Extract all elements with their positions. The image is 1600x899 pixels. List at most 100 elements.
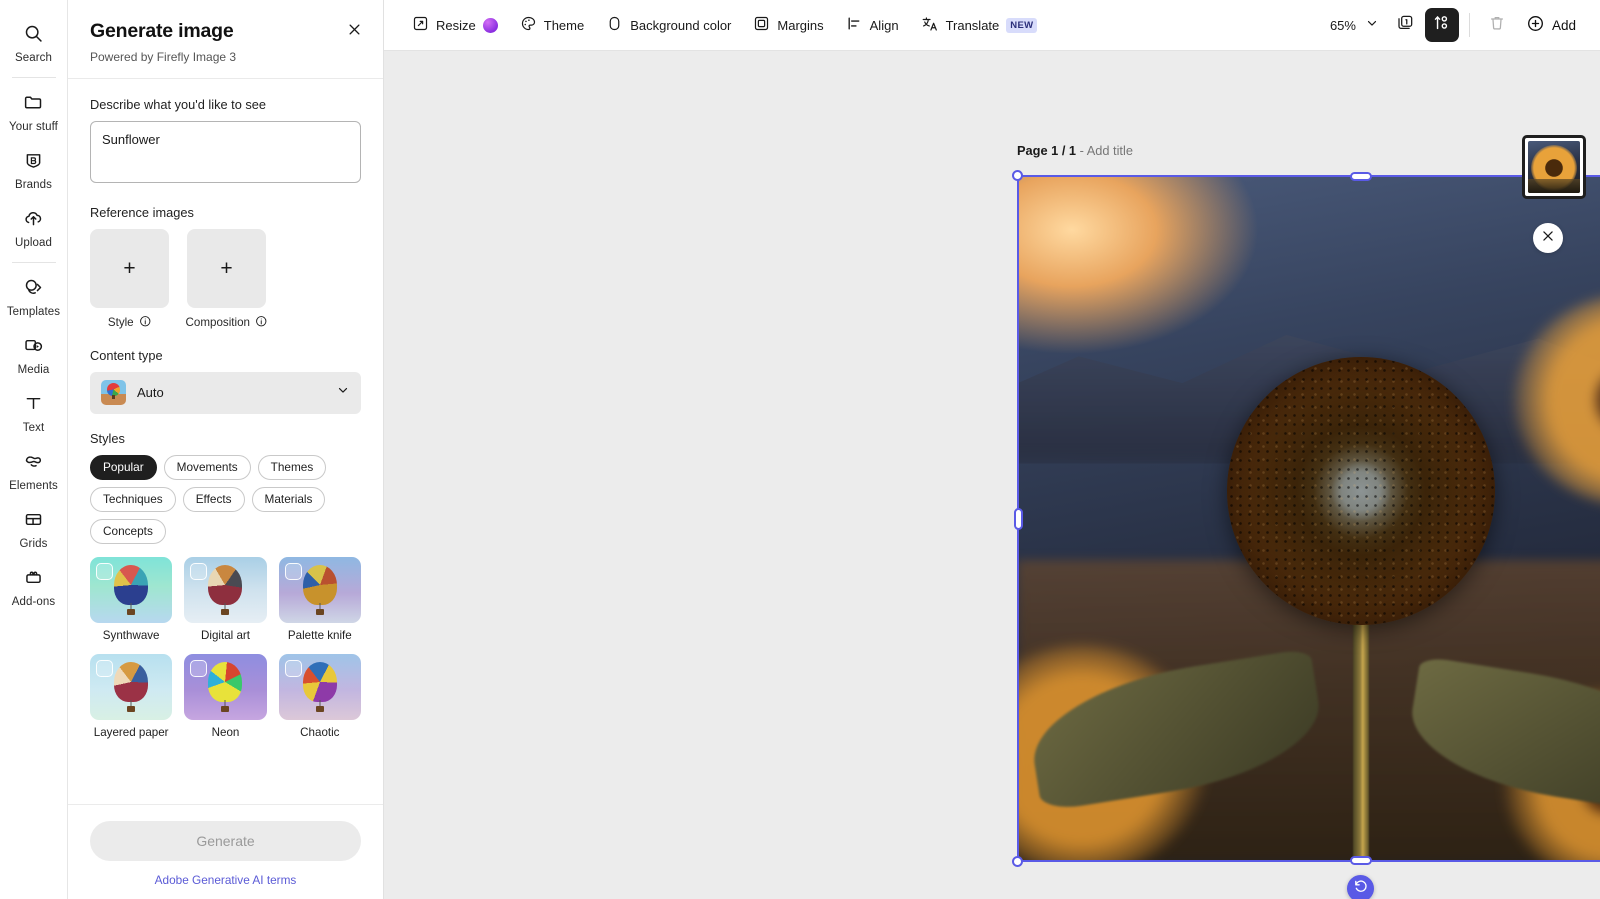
style-card[interactable]: Digital art bbox=[184, 557, 266, 642]
sidebar-item-elements[interactable]: Elements bbox=[0, 442, 68, 500]
style-chip-concepts[interactable]: Concepts bbox=[90, 519, 166, 544]
reference-caption-label: Style bbox=[108, 316, 134, 329]
info-icon[interactable] bbox=[255, 315, 268, 331]
panel-title: Generate image bbox=[90, 20, 361, 43]
toolbar-margins-button[interactable]: Margins bbox=[743, 8, 833, 42]
content-type-thumbnail-icon bbox=[101, 380, 126, 405]
close-pages-panel-button[interactable] bbox=[1533, 223, 1563, 253]
plus-circle-icon bbox=[1526, 14, 1545, 36]
content-type-select[interactable]: Auto bbox=[90, 372, 361, 414]
rotate-handle-icon bbox=[1353, 878, 1369, 899]
rotate-handle[interactable] bbox=[1347, 875, 1374, 899]
sidebar-item-label: Elements bbox=[9, 480, 58, 492]
toolbar-align-button[interactable]: Align bbox=[836, 8, 909, 42]
upload-icon bbox=[23, 208, 44, 234]
style-thumbnail bbox=[90, 654, 172, 720]
toolbar-label: Translate bbox=[946, 18, 1000, 33]
style-chip-movements[interactable]: Movements bbox=[164, 455, 251, 480]
toolbar-theme-button[interactable]: Theme bbox=[510, 8, 594, 42]
chevron-down-icon bbox=[336, 383, 350, 402]
sidebar-item-search[interactable]: Search bbox=[0, 14, 68, 72]
style-chip-techniques[interactable]: Techniques bbox=[90, 487, 176, 512]
app-root: Search Your stuff Brands bbox=[0, 0, 1600, 899]
sidebar-item-grids[interactable]: Grids bbox=[0, 500, 68, 558]
style-card[interactable]: Chaotic bbox=[279, 654, 361, 739]
arrange-layers-button[interactable] bbox=[1425, 8, 1459, 42]
sidebar-item-media[interactable]: Media bbox=[0, 326, 68, 384]
sidebar-item-your-stuff[interactable]: Your stuff bbox=[0, 83, 68, 141]
sidebar-item-text[interactable]: Text bbox=[0, 384, 68, 442]
add-title-placeholder[interactable]: - Add title bbox=[1076, 143, 1133, 158]
toolbar-background-color-button[interactable]: Background color bbox=[596, 8, 741, 42]
toolbar-label: Resize bbox=[436, 18, 476, 33]
close-panel-button[interactable] bbox=[341, 19, 367, 45]
zoom-control[interactable]: 65% bbox=[1322, 9, 1387, 41]
disc-center-glow bbox=[1313, 443, 1409, 539]
zoom-level-value: 65% bbox=[1330, 18, 1356, 33]
page-thumbnail-image bbox=[1528, 141, 1580, 193]
style-card[interactable]: Neon bbox=[184, 654, 266, 739]
delete-button[interactable] bbox=[1480, 8, 1514, 42]
chevron-down-icon bbox=[1365, 16, 1379, 35]
toolbar-resize-button[interactable]: Resize bbox=[402, 8, 508, 42]
toolbar-translate-button[interactable]: Translate NEW bbox=[911, 8, 1048, 42]
text-icon bbox=[23, 393, 44, 419]
style-label: Chaotic bbox=[279, 726, 361, 739]
add-button[interactable]: Add bbox=[1516, 8, 1586, 42]
style-chip-materials[interactable]: Materials bbox=[252, 487, 326, 512]
margins-icon bbox=[753, 15, 770, 35]
style-checkbox[interactable] bbox=[285, 660, 302, 677]
style-chip-themes[interactable]: Themes bbox=[258, 455, 327, 480]
panel-subtitle: Powered by Firefly Image 3 bbox=[90, 50, 361, 64]
content-type-value: Auto bbox=[137, 385, 325, 400]
canvas-area[interactable]: Page 1 / 1 - Add title bbox=[384, 51, 1600, 899]
add-style-reference-button[interactable]: + bbox=[90, 229, 169, 308]
style-checkbox[interactable] bbox=[96, 563, 113, 580]
reference-images-label: Reference images bbox=[90, 205, 361, 220]
panel-header: Generate image Powered by Firefly Image … bbox=[68, 0, 383, 79]
reference-caption: Composition bbox=[187, 315, 266, 331]
sidebar-item-templates[interactable]: Templates bbox=[0, 268, 68, 326]
sidebar-item-label: Text bbox=[23, 422, 45, 434]
style-thumbnail bbox=[279, 557, 361, 623]
generate-button[interactable]: Generate bbox=[90, 821, 361, 861]
media-icon bbox=[23, 335, 44, 361]
sunflower-disc bbox=[1227, 357, 1495, 625]
info-icon[interactable] bbox=[139, 315, 152, 331]
sidebar-item-add-ons[interactable]: Add-ons bbox=[0, 558, 68, 616]
reference-composition: + Composition bbox=[187, 229, 266, 331]
page-1-thumbnail[interactable] bbox=[1522, 135, 1586, 199]
sidebar-item-label: Add-ons bbox=[12, 596, 56, 608]
sidebar-item-brands[interactable]: Brands bbox=[0, 141, 68, 199]
style-label: Digital art bbox=[184, 629, 266, 642]
style-checkbox[interactable] bbox=[190, 660, 207, 677]
prompt-input[interactable] bbox=[90, 121, 361, 183]
sidebar-item-label: Brands bbox=[15, 179, 52, 191]
search-icon bbox=[23, 23, 44, 49]
style-card[interactable]: Synthwave bbox=[90, 557, 172, 642]
resize-icon bbox=[412, 15, 429, 35]
style-chip-popular[interactable]: Popular bbox=[90, 455, 157, 480]
add-composition-reference-button[interactable]: + bbox=[187, 229, 266, 308]
toolbar-label: Theme bbox=[544, 18, 584, 33]
style-label: Layered paper bbox=[90, 726, 172, 739]
align-icon bbox=[846, 15, 863, 35]
arrange-layers-icon bbox=[1432, 13, 1451, 37]
sidebar-item-upload[interactable]: Upload bbox=[0, 199, 68, 257]
generative-ai-terms-link[interactable]: Adobe Generative AI terms bbox=[90, 873, 361, 887]
page-title-label[interactable]: Page 1 / 1 - Add title bbox=[1017, 143, 1133, 158]
left-rail: Search Your stuff Brands bbox=[0, 0, 68, 899]
style-checkbox[interactable] bbox=[96, 660, 113, 677]
style-thumbnail bbox=[90, 557, 172, 623]
style-checkbox[interactable] bbox=[285, 563, 302, 580]
page-count-button[interactable] bbox=[1389, 8, 1423, 42]
style-checkbox[interactable] bbox=[190, 563, 207, 580]
style-label: Neon bbox=[184, 726, 266, 739]
top-toolbar: Resize Theme bbox=[384, 0, 1600, 51]
reference-style: + Style bbox=[90, 229, 169, 331]
style-card[interactable]: Layered paper bbox=[90, 654, 172, 739]
sidebar-item-label: Upload bbox=[15, 237, 52, 249]
style-card[interactable]: Palette knife bbox=[279, 557, 361, 642]
style-chip-effects[interactable]: Effects bbox=[183, 487, 245, 512]
style-label: Palette knife bbox=[279, 629, 361, 642]
